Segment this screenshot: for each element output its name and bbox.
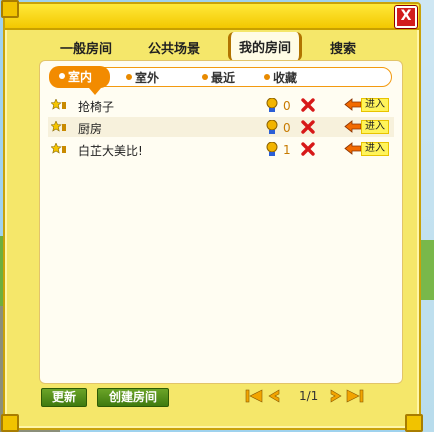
enter-room-button[interactable]: 进入 [344,97,389,112]
arrow-right-icon [344,98,362,111]
subtab-recent[interactable]: 最近 [202,69,235,86]
subtab-favorites[interactable]: 收藏 [264,69,297,86]
bullet-icon [126,74,132,80]
star-rank-icon [51,99,66,110]
corner-ornament [405,414,423,432]
star-rank-icon [51,143,66,154]
corner-ornament [1,414,19,432]
player-count: 0 [283,121,291,135]
refresh-button[interactable]: 更新 [41,388,87,407]
medal-icon [266,120,278,134]
player-count: 1 [283,143,291,157]
enter-room-button[interactable]: 进入 [344,119,389,134]
subtab-outdoor[interactable]: 室外 [126,69,159,86]
room-name: 厨房 [78,122,103,136]
last-page-icon[interactable] [346,389,364,403]
main-tab-bar: 一般房间 公共场景 我的房间 搜索 [45,30,385,61]
enter-label: 进入 [361,120,389,134]
medal-icon [266,98,278,112]
arrow-right-icon [344,142,362,155]
subtab-indoor[interactable]: 室内 [49,66,111,95]
bullet-icon [202,74,208,80]
next-page-icon[interactable] [329,389,343,403]
room-row[interactable]: 厨房 0 进入 [48,117,394,137]
room-name: 抢椅子 [78,100,115,114]
sub-tab-bar: 室内 室外 最近 收藏 [49,66,392,95]
pagination: 1/1 [245,388,365,406]
tab-general-rooms[interactable]: 一般房间 [60,38,112,57]
first-page-icon[interactable] [245,389,263,403]
room-list-panel: 室内 室外 最近 收藏 抢椅子 0 进入 厨房 0 进入 白芷大美比! 1 进入 [39,60,403,384]
room-list-window: X 一般房间 公共场景 我的房间 搜索 室内 室外 最近 收藏 抢椅子 0 进入… [1,0,423,432]
tab-my-rooms[interactable]: 我的房间 [228,32,303,61]
medal-icon [266,142,278,156]
enter-label: 进入 [361,98,389,112]
bullet-icon [59,73,65,79]
tab-search[interactable]: 搜索 [330,38,356,57]
star-rank-icon [51,121,66,132]
arrow-right-icon [344,120,362,133]
delete-icon[interactable] [301,98,315,112]
enter-label: 进入 [361,142,389,156]
delete-icon[interactable] [301,142,315,156]
room-row[interactable]: 抢椅子 0 进入 [48,95,394,115]
room-row[interactable]: 白芷大美比! 1 进入 [48,139,394,159]
create-room-button[interactable]: 创建房间 [97,388,169,407]
player-count: 0 [283,99,291,113]
enter-room-button[interactable]: 进入 [344,141,389,156]
title-bar [5,4,419,30]
tab-public-scenes[interactable]: 公共场景 [148,38,200,57]
room-name: 白芷大美比! [78,144,143,158]
delete-icon[interactable] [301,120,315,134]
page-indicator: 1/1 [299,389,319,403]
corner-ornament [1,0,19,18]
bullet-icon [264,74,270,80]
close-button[interactable]: X [395,6,417,28]
prev-page-icon[interactable] [267,389,281,403]
